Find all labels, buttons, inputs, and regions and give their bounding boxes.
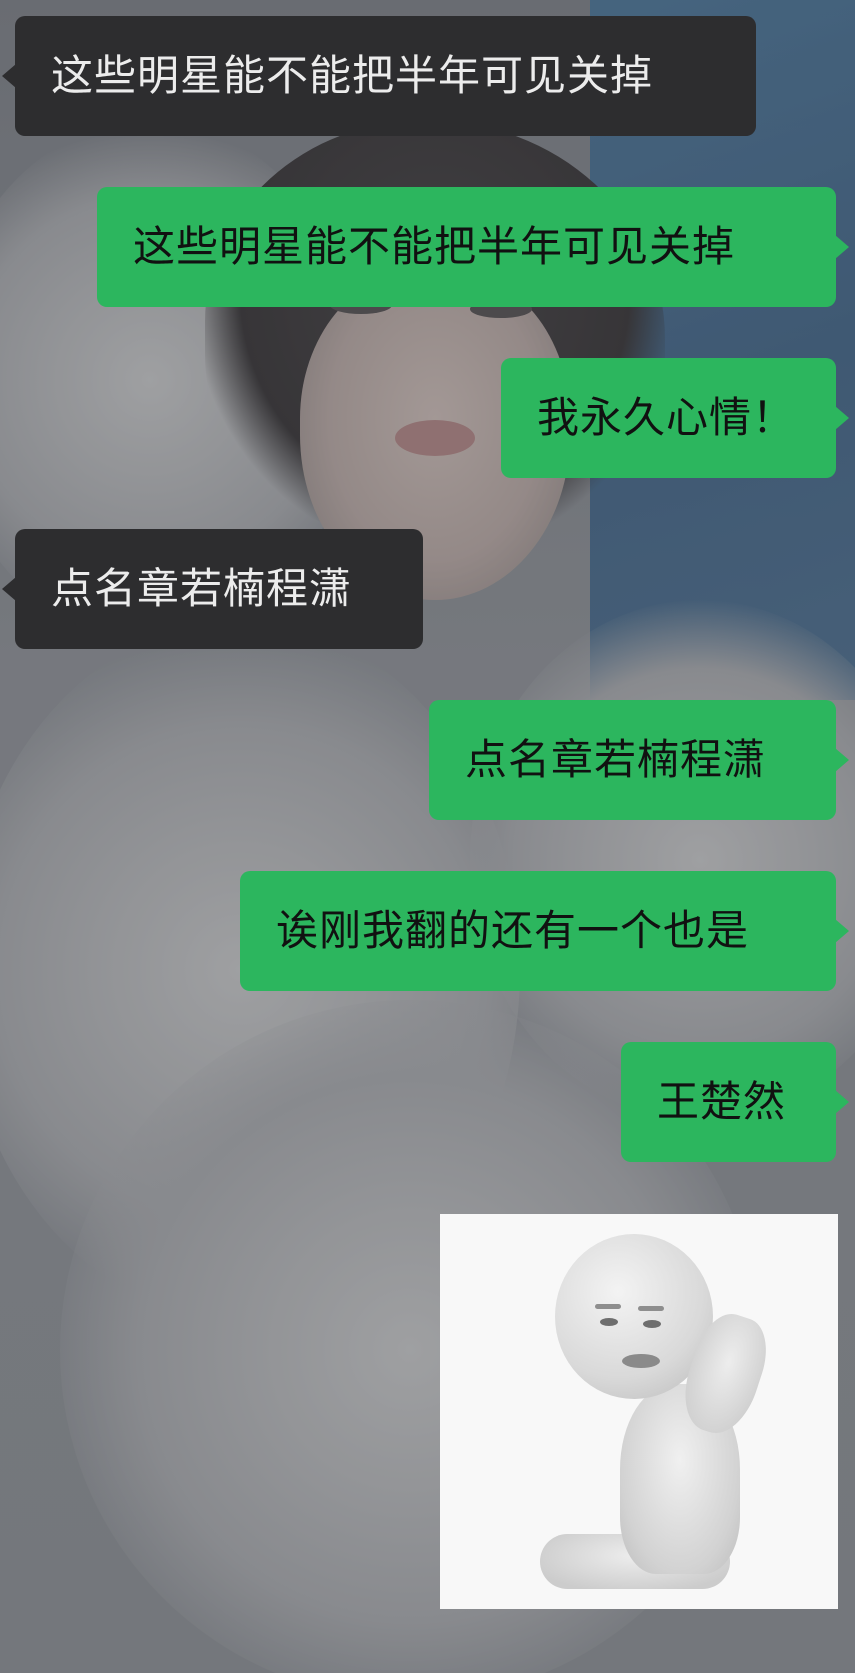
sticker-figure-eye: [643, 1320, 661, 1328]
message-bubble-incoming[interactable]: 点名章若楠程潇: [2, 529, 423, 649]
sticker-figure-eye: [600, 1318, 618, 1326]
sticker-message[interactable]: [440, 1214, 838, 1609]
message-bubble-outgoing[interactable]: 诶刚我翻的还有一个也是: [240, 871, 849, 991]
message-bubble-incoming[interactable]: 这些明星能不能把半年可见关掉: [2, 16, 756, 136]
sticker-figure-mouth: [622, 1354, 660, 1368]
message-bubble-outgoing[interactable]: 王楚然: [621, 1042, 849, 1162]
message-bubble-outgoing[interactable]: 我永久心情！: [501, 358, 849, 478]
sticker-figure-brow: [595, 1304, 621, 1309]
message-bubble-outgoing[interactable]: 点名章若楠程潇: [429, 700, 849, 820]
message-bubble-outgoing[interactable]: 这些明星能不能把半年可见关掉: [97, 187, 849, 307]
sticker-figure-brow: [638, 1306, 664, 1311]
